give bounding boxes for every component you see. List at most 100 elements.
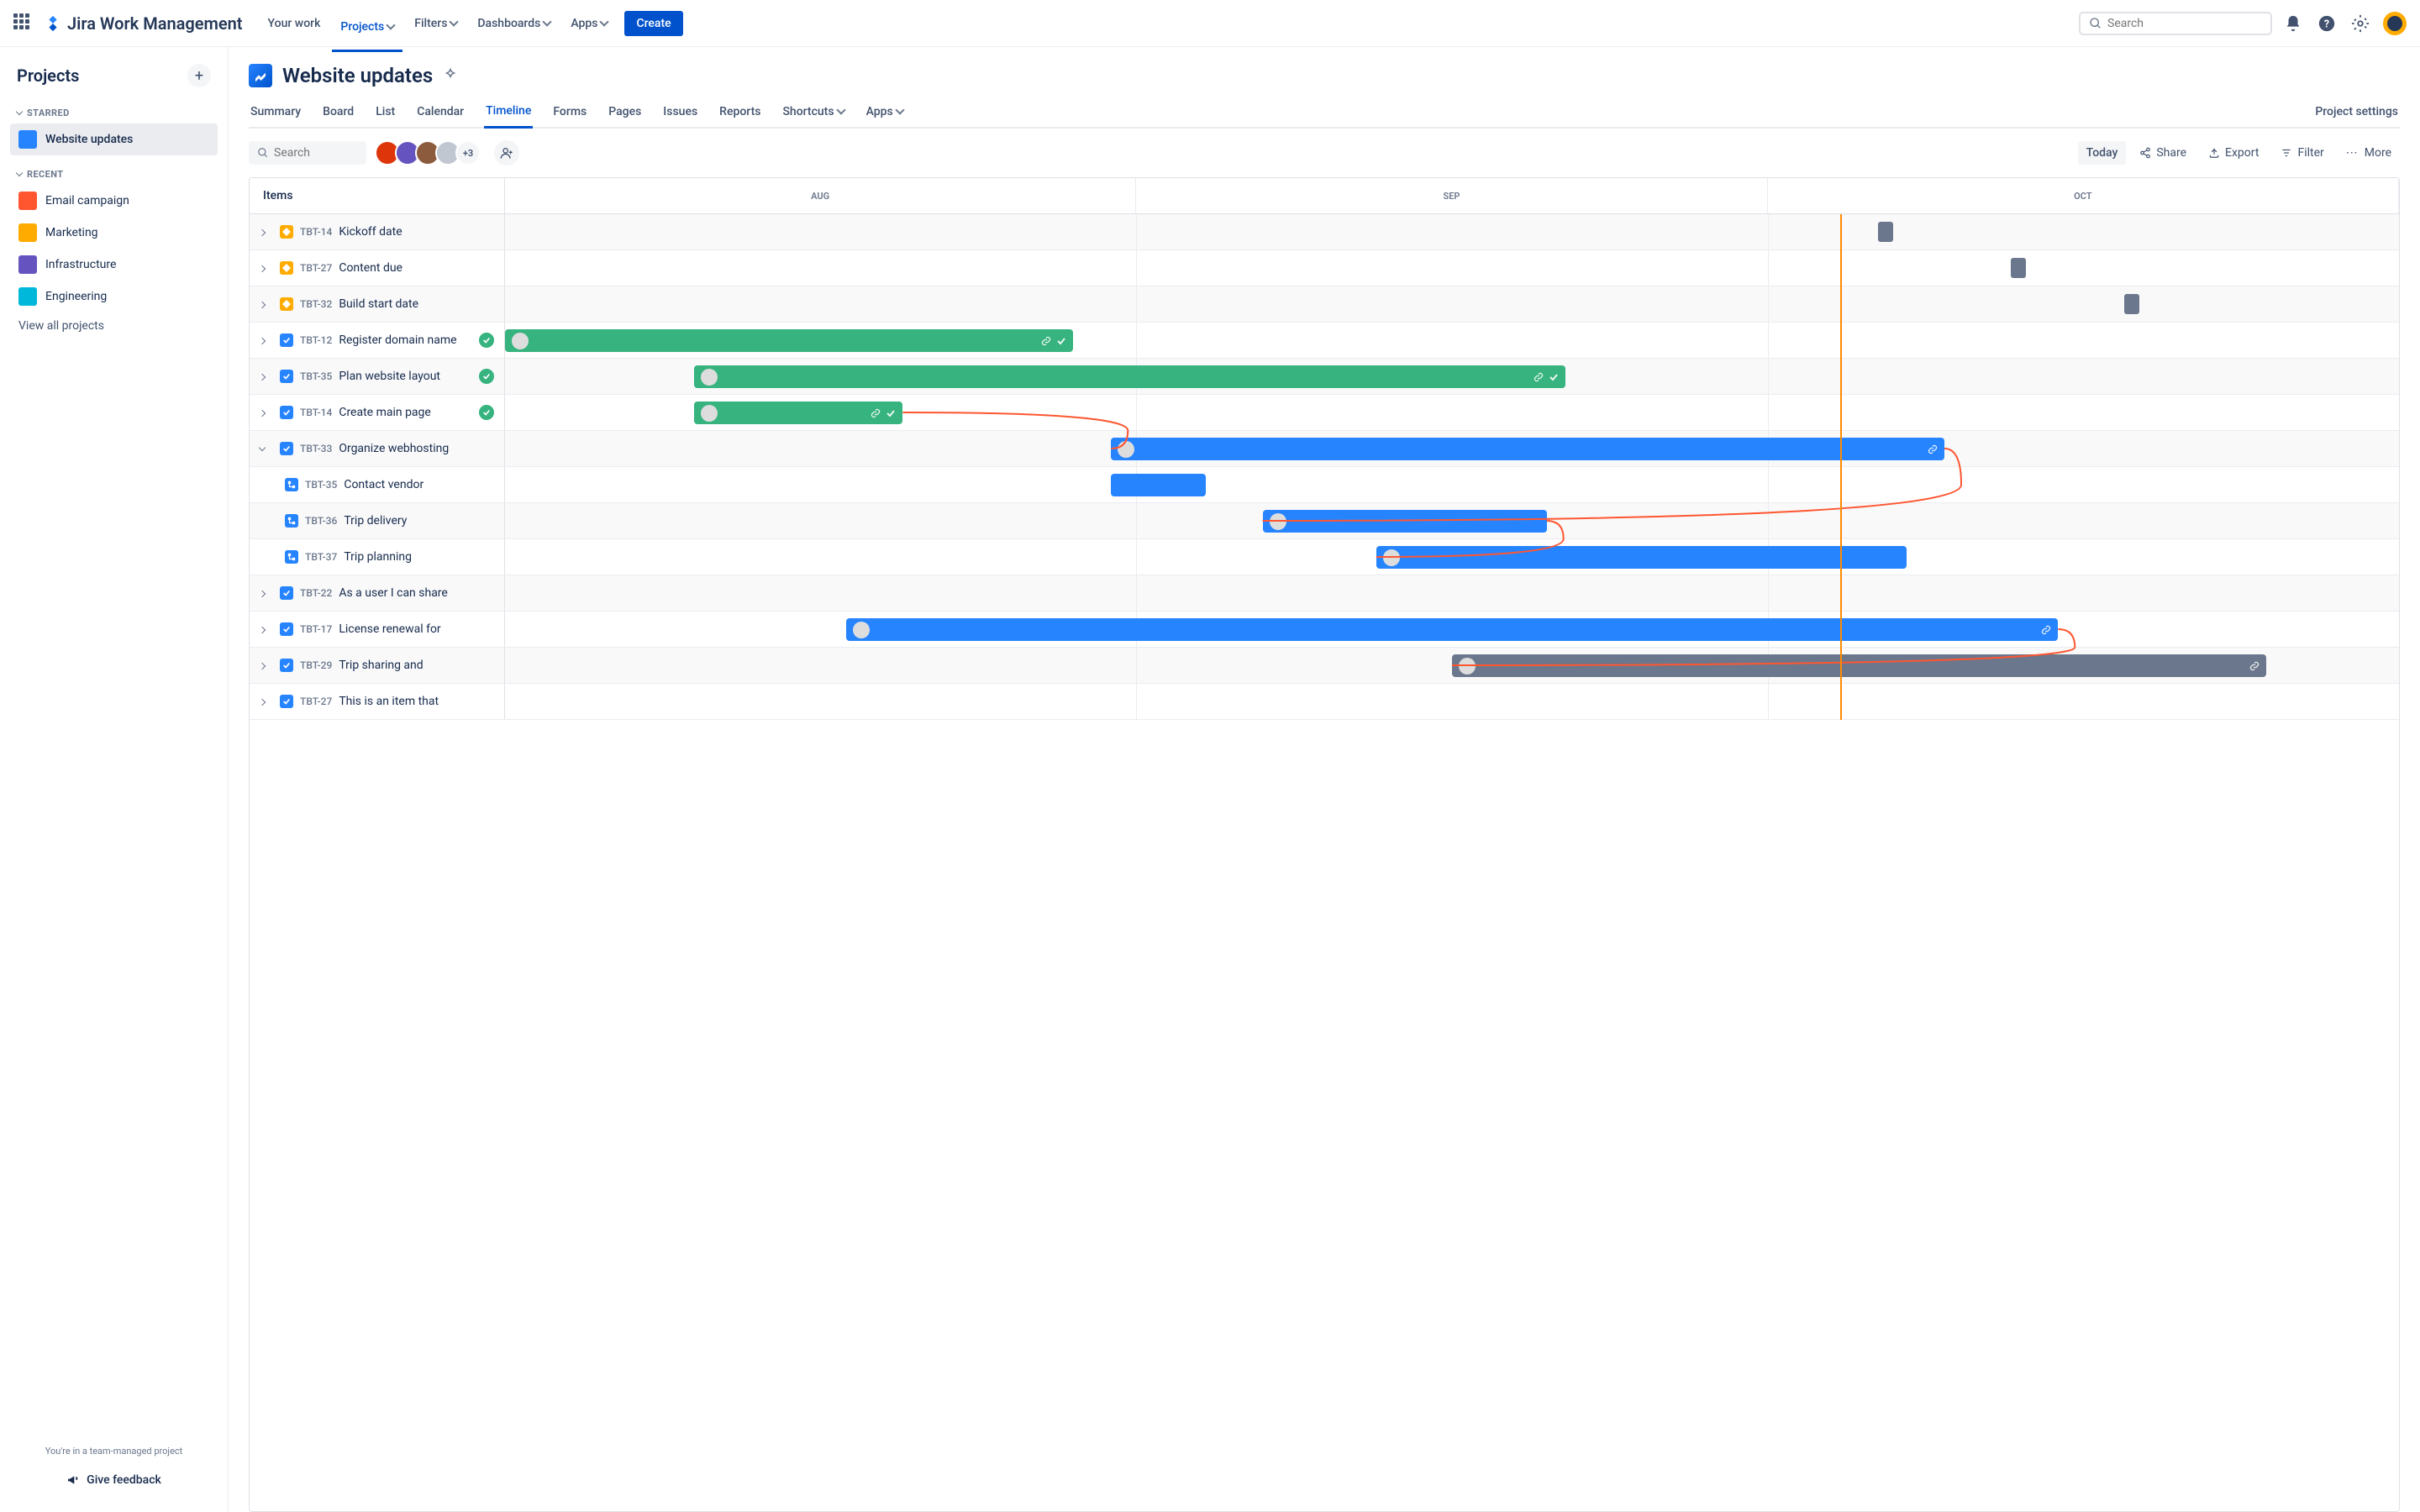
product-logo[interactable]: Jira Work Management <box>44 13 243 34</box>
timeline-row[interactable]: TBT-27 Content due <box>250 250 2399 286</box>
timeline-bar[interactable] <box>1111 438 1944 460</box>
issue-key[interactable]: TBT-32 <box>300 298 332 310</box>
issue-title[interactable]: As a user I can share <box>339 586 448 600</box>
issue-title[interactable]: Organize webhosting <box>339 442 449 455</box>
create-button[interactable]: Create <box>624 11 682 36</box>
nav-item-apps[interactable]: Apps <box>562 10 616 37</box>
timeline-row[interactable]: TBT-17 License renewal for <box>250 612 2399 648</box>
settings-icon[interactable] <box>2349 13 2371 34</box>
filter-button[interactable]: Filter <box>2272 141 2332 165</box>
board-search[interactable] <box>249 141 366 165</box>
timeline-row[interactable]: TBT-35Plan website layout <box>250 359 2399 395</box>
collapse-icon[interactable] <box>260 442 273 455</box>
expand-icon[interactable] <box>260 370 273 383</box>
timeline-row[interactable]: TBT-37 Trip planning <box>250 539 2399 575</box>
assignee-avatars[interactable]: +3 <box>375 140 481 165</box>
starred-section-toggle[interactable]: STARRED <box>10 102 218 123</box>
nav-item-your-work[interactable]: Your work <box>260 10 329 37</box>
tab-shortcuts[interactable]: Shortcuts <box>781 99 845 127</box>
add-project-button[interactable]: + <box>187 64 211 87</box>
tab-forms[interactable]: Forms <box>551 99 588 127</box>
expand-icon[interactable] <box>260 695 273 708</box>
timeline-bar[interactable] <box>505 329 1073 352</box>
issue-key[interactable]: TBT-36 <box>305 515 337 527</box>
nav-item-dashboards[interactable]: Dashboards <box>469 10 559 37</box>
issue-title[interactable]: Trip sharing and <box>339 659 423 672</box>
nav-item-filters[interactable]: Filters <box>406 10 466 37</box>
today-button[interactable]: Today <box>2078 141 2127 165</box>
issue-key[interactable]: TBT-33 <box>300 443 332 454</box>
issue-key[interactable]: TBT-27 <box>300 696 332 707</box>
tab-apps[interactable]: Apps <box>865 99 905 127</box>
issue-title[interactable]: License renewal for <box>339 622 440 636</box>
give-feedback-button[interactable]: Give feedback <box>10 1465 218 1495</box>
issue-title[interactable]: Register domain name <box>339 333 456 347</box>
milestone-marker[interactable] <box>2011 258 2026 278</box>
sidebar-project-marketing[interactable]: Marketing <box>10 217 218 249</box>
timeline-bar[interactable] <box>694 402 902 424</box>
tab-pages[interactable]: Pages <box>607 99 643 127</box>
board-search-input[interactable] <box>274 146 350 160</box>
issue-key[interactable]: TBT-14 <box>300 226 332 238</box>
issue-title[interactable]: Kickoff date <box>339 225 402 239</box>
timeline-row[interactable]: TBT-36 Trip delivery <box>250 503 2399 539</box>
timeline-row[interactable]: TBT-29 Trip sharing and <box>250 648 2399 684</box>
tab-calendar[interactable]: Calendar <box>415 99 466 127</box>
milestone-marker[interactable] <box>1878 222 1893 242</box>
issue-title[interactable]: Build start date <box>339 297 418 311</box>
issue-key[interactable]: TBT-27 <box>300 262 332 274</box>
issue-title[interactable]: Contact vendor <box>344 478 424 491</box>
issue-title[interactable]: Content due <box>339 261 402 275</box>
issue-key[interactable]: TBT-35 <box>305 479 337 491</box>
expand-icon[interactable] <box>260 297 273 311</box>
tab-list[interactable]: List <box>374 99 397 127</box>
sidebar-project-infrastructure[interactable]: Infrastructure <box>10 249 218 281</box>
issue-title[interactable]: This is an item that <box>339 695 439 708</box>
timeline-row[interactable]: TBT-14Create main page <box>250 395 2399 431</box>
timeline-bar[interactable] <box>846 618 2059 641</box>
tab-project-settings[interactable]: Project settings <box>2313 99 2400 127</box>
recent-section-toggle[interactable]: RECENT <box>10 164 218 185</box>
help-icon[interactable]: ? <box>2316 13 2338 34</box>
timeline-bar[interactable] <box>1111 474 1206 496</box>
app-switcher-icon[interactable] <box>13 13 34 34</box>
expand-icon[interactable] <box>260 261 273 275</box>
global-search-input[interactable] <box>2107 17 2262 30</box>
tab-issues[interactable]: Issues <box>661 99 699 127</box>
milestone-marker[interactable] <box>2124 294 2139 314</box>
expand-icon[interactable] <box>260 406 273 419</box>
tab-summary[interactable]: Summary <box>249 99 302 127</box>
expand-icon[interactable] <box>260 659 273 672</box>
add-people-button[interactable] <box>494 140 519 165</box>
issue-key[interactable]: TBT-29 <box>300 659 332 671</box>
sidebar-project-engineering[interactable]: Engineering <box>10 281 218 312</box>
issue-key[interactable]: TBT-17 <box>300 623 332 635</box>
tab-board[interactable]: Board <box>321 99 355 127</box>
timeline-bar[interactable] <box>694 365 1565 388</box>
tab-timeline[interactable]: Timeline <box>484 99 533 129</box>
sidebar-project-website-updates[interactable]: Website updates <box>10 123 218 155</box>
timeline-row[interactable]: TBT-32 Build start date <box>250 286 2399 323</box>
issue-title[interactable]: Trip delivery <box>344 514 407 528</box>
issue-key[interactable]: TBT-35 <box>300 370 332 382</box>
timeline-row[interactable]: TBT-27 This is an item that <box>250 684 2399 720</box>
view-all-projects[interactable]: View all projects <box>10 312 218 339</box>
customize-icon[interactable] <box>443 68 458 83</box>
issue-key[interactable]: TBT-12 <box>300 334 332 346</box>
share-button[interactable]: Share <box>2131 141 2195 165</box>
tab-reports[interactable]: Reports <box>718 99 762 127</box>
issue-title[interactable]: Trip planning <box>344 550 412 564</box>
global-search[interactable] <box>2079 12 2272 35</box>
notifications-icon[interactable] <box>2282 13 2304 34</box>
sidebar-project-email-campaign[interactable]: Email campaign <box>10 185 218 217</box>
timeline-row[interactable]: TBT-35 Contact vendor <box>250 467 2399 503</box>
timeline-bar[interactable] <box>1452 654 2266 677</box>
timeline-row[interactable]: TBT-14 Kickoff date <box>250 214 2399 250</box>
export-button[interactable]: Export <box>2200 141 2267 165</box>
expand-icon[interactable] <box>260 225 273 239</box>
timeline-row[interactable]: TBT-33 Organize webhosting <box>250 431 2399 467</box>
issue-title[interactable]: Create main page <box>339 406 431 419</box>
expand-icon[interactable] <box>260 586 273 600</box>
issue-key[interactable]: TBT-37 <box>305 551 337 563</box>
more-button[interactable]: ⋯More <box>2338 141 2400 165</box>
